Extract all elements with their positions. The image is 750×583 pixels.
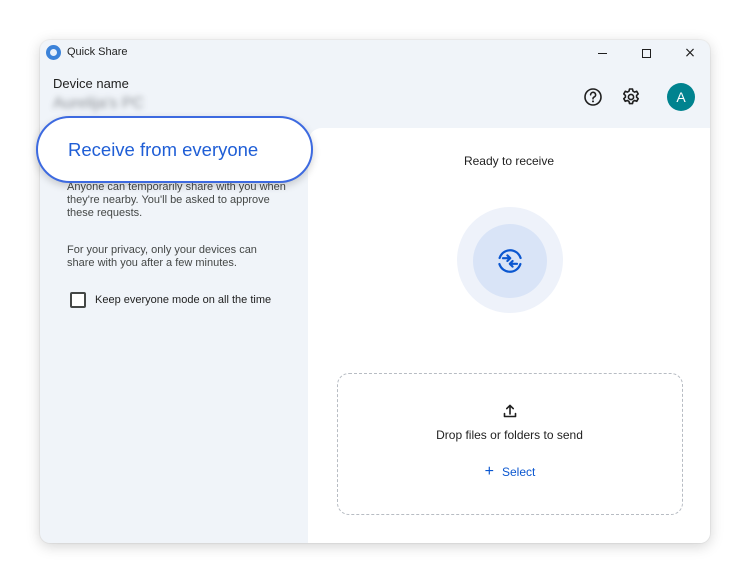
privacy-note: For your privacy, only your devices can …	[67, 244, 257, 269]
maximize-icon	[641, 48, 651, 58]
select-label: Select	[501, 465, 536, 479]
maximize-button[interactable]	[624, 40, 668, 66]
minimize-icon	[597, 52, 607, 54]
select-files-button[interactable]: + Select	[471, 458, 549, 486]
window-title: Quick Share	[67, 46, 128, 58]
quick-share-app-icon	[46, 45, 61, 60]
help-icon	[584, 88, 602, 106]
device-name-label: Device name	[53, 76, 129, 91]
close-button[interactable]: ×	[668, 40, 710, 66]
receive-panel: Ready to receive Drop files or folders t…	[308, 128, 710, 543]
receive-status: Ready to receive	[463, 154, 555, 168]
share-exchange-icon	[498, 249, 522, 273]
keep-everyone-mode-label: Keep everyone mode on all the time	[95, 294, 272, 306]
keep-everyone-mode-checkbox[interactable]	[70, 292, 86, 308]
drop-zone[interactable]: Drop files or folders to send + Select	[337, 373, 683, 515]
everyone-mode-description: Anyone can temporarily share with you wh…	[67, 181, 286, 219]
keep-everyone-mode-option[interactable]: Keep everyone mode on all the time	[70, 292, 271, 308]
plus-icon: +	[484, 463, 494, 480]
title-bar[interactable]: Quick Share ×	[40, 40, 710, 66]
receive-mode-callout[interactable]: Receive from everyone	[36, 116, 313, 183]
receive-indicator	[473, 224, 547, 298]
device-name-value: Aurelija's PC	[53, 95, 145, 112]
settings-button[interactable]	[619, 85, 643, 109]
help-button[interactable]	[581, 85, 605, 109]
receive-mode-title: Receive from everyone	[68, 138, 259, 160]
gear-icon	[623, 88, 639, 105]
close-icon: ×	[684, 45, 696, 61]
upload-icon	[500, 401, 520, 421]
minimize-button[interactable]	[580, 40, 624, 66]
drop-instructions: Drop files or folders to send	[436, 428, 583, 442]
account-avatar[interactable]: A	[667, 83, 695, 111]
